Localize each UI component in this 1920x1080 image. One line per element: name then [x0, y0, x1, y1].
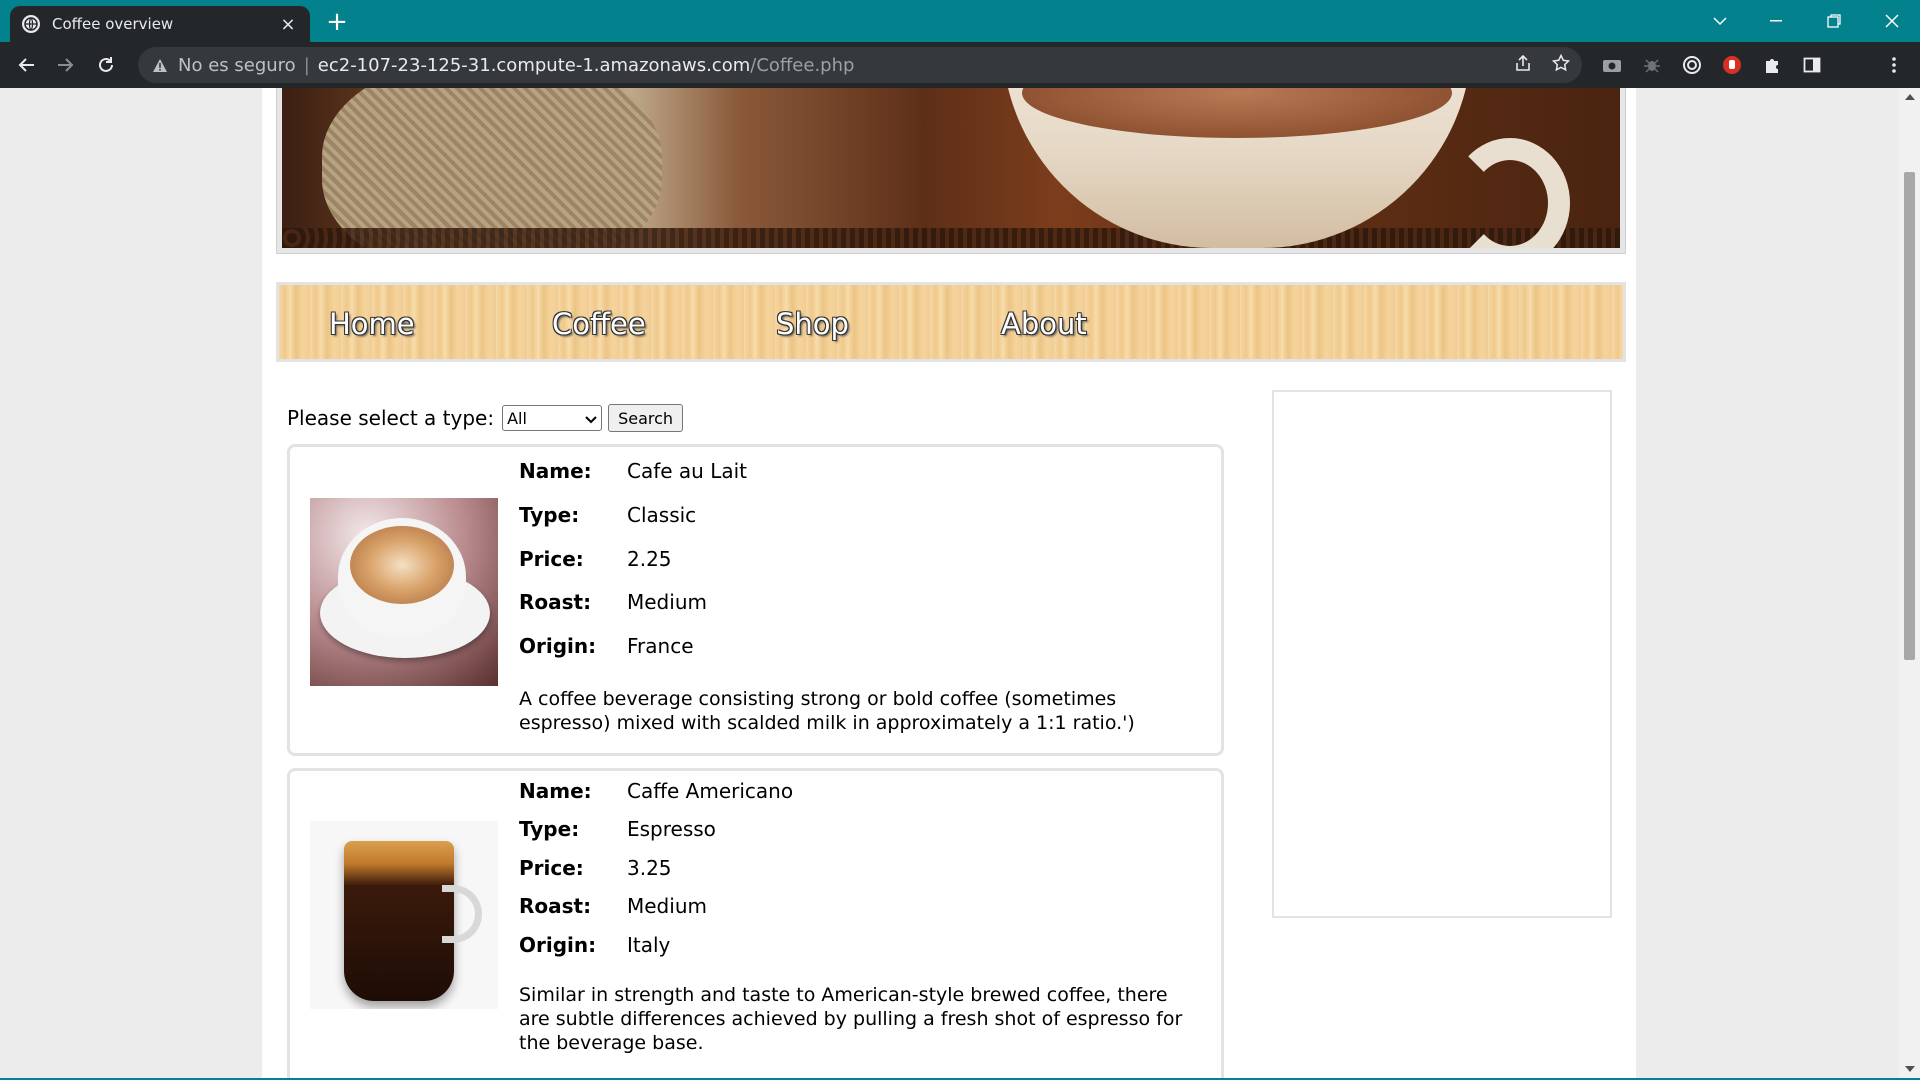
roast-value: Medium	[627, 894, 707, 918]
type-select-value: All	[507, 408, 527, 428]
search-button[interactable]: Search	[608, 404, 684, 432]
scroll-up-icon[interactable]	[1899, 88, 1920, 106]
price-row: Price: 3.25	[519, 856, 672, 880]
nav-coffee-link[interactable]: Coffee	[552, 307, 646, 341]
tab-title: Coffee overview	[52, 15, 174, 33]
roast-label: Roast:	[519, 590, 592, 614]
name-row: Name: Cafe au Lait	[519, 459, 747, 483]
type-select[interactable]: All	[502, 405, 603, 431]
product-description: Similar in strength and taste to America…	[519, 984, 1183, 1054]
name-row: Name: Caffe Americano	[519, 779, 793, 803]
sidebar-panel	[1272, 390, 1612, 918]
product-description: A coffee beverage consisting strong or b…	[519, 688, 1135, 734]
name-label: Name:	[519, 779, 592, 803]
origin-value: Italy	[627, 933, 671, 957]
origin-label: Origin:	[519, 933, 597, 957]
roast-row: Roast: Medium	[519, 590, 707, 614]
nav-about-link[interactable]: About	[1001, 307, 1087, 341]
bookmark-star-icon[interactable]	[1551, 53, 1571, 76]
forward-arrow-icon[interactable]	[50, 49, 82, 81]
type-filter: Please select a type: All Search	[287, 404, 684, 432]
name-label: Name:	[519, 459, 592, 483]
price-label: Price:	[519, 856, 584, 880]
page-viewport: Home Coffee Shop About Please select a t…	[0, 88, 1899, 1078]
reload-icon[interactable]	[90, 49, 122, 81]
browser-titlebar: Coffee overview × +	[0, 0, 1920, 42]
origin-row: Origin: Italy	[519, 933, 670, 957]
security-label[interactable]: No es seguro	[178, 55, 296, 76]
scrollbar-thumb[interactable]	[1904, 172, 1915, 660]
type-label: Type:	[519, 817, 580, 841]
price-value: 2.25	[627, 547, 672, 571]
new-tab-button[interactable]: +	[322, 8, 352, 38]
roast-value: Medium	[627, 590, 707, 614]
name-value: Cafe au Lait	[627, 459, 748, 483]
glass-shape	[344, 841, 454, 1001]
page-scrollbar[interactable]	[1899, 88, 1920, 1078]
close-tab-icon[interactable]: ×	[278, 14, 298, 35]
browser-toolbar: No es seguro | ec2-107-23-125-31.compute…	[0, 42, 1920, 121]
scroll-down-icon[interactable]	[1899, 1060, 1920, 1078]
globe-icon	[22, 15, 40, 33]
type-value: Espresso	[627, 817, 716, 841]
chevron-down-icon	[585, 409, 597, 428]
side-panel-icon[interactable]	[1800, 53, 1824, 77]
filter-label: Please select a type:	[287, 406, 495, 430]
bug-extension-icon[interactable]	[1640, 53, 1664, 77]
main-navbar: Home Coffee Shop About	[276, 282, 1626, 362]
header-banner	[276, 88, 1626, 254]
type-row: Type: Classic	[519, 503, 696, 527]
origin-label: Origin:	[519, 634, 597, 658]
warning-icon[interactable]	[152, 58, 168, 73]
address-bar[interactable]: No es seguro | ec2-107-23-125-31.compute…	[138, 47, 1582, 83]
url-path: /Coffee.php	[750, 54, 855, 76]
latte-art-shape	[350, 526, 454, 604]
name-value: Caffe Americano	[627, 779, 794, 803]
minimize-icon[interactable]	[1748, 0, 1804, 42]
price-value: 3.25	[627, 856, 672, 880]
roast-row: Roast: Medium	[519, 894, 707, 918]
roast-label: Roast:	[519, 894, 592, 918]
origin-value: France	[627, 634, 694, 658]
coffee-beans-shape	[282, 228, 1620, 248]
cup-handle-shape	[1450, 138, 1570, 248]
nav-shop-link[interactable]: Shop	[776, 307, 849, 341]
cafe-au-lait-image	[310, 498, 498, 686]
hand-extension-icon[interactable]	[1720, 53, 1744, 77]
type-label: Type:	[519, 503, 580, 527]
page-wrapper: Home Coffee Shop About Please select a t…	[262, 88, 1636, 1078]
camera-extension-icon[interactable]	[1600, 53, 1624, 77]
tab-search-icon[interactable]	[1692, 0, 1748, 42]
nav-home-link[interactable]: Home	[329, 307, 415, 341]
product-card: Name: Caffe Americano Type: Espresso Pri…	[287, 768, 1224, 1078]
restore-icon[interactable]	[1806, 0, 1862, 42]
browser-tab[interactable]: Coffee overview ×	[10, 6, 310, 42]
address-separator: |	[303, 54, 310, 76]
url-host: ec2-107-23-125-31.compute-1.amazonaws.co…	[317, 54, 751, 76]
price-row: Price: 2.25	[519, 547, 672, 571]
puzzle-extensions-icon[interactable]	[1760, 53, 1784, 77]
close-window-icon[interactable]	[1864, 0, 1920, 42]
target-extension-icon[interactable]	[1680, 53, 1704, 77]
coffee-banner-image	[282, 88, 1620, 248]
glass-handle-shape	[442, 885, 482, 943]
menu-kebab-icon[interactable]	[1882, 53, 1906, 77]
back-arrow-icon[interactable]	[10, 49, 42, 81]
type-row: Type: Espresso	[519, 817, 716, 841]
price-label: Price:	[519, 547, 584, 571]
product-card: Name: Cafe au Lait Type: Classic Price: …	[287, 444, 1224, 756]
caffe-americano-image	[310, 821, 498, 1009]
share-icon[interactable]	[1514, 54, 1532, 76]
type-value: Classic	[627, 503, 697, 527]
origin-row: Origin: France	[519, 634, 694, 658]
burlap-sack-shape	[322, 88, 662, 248]
